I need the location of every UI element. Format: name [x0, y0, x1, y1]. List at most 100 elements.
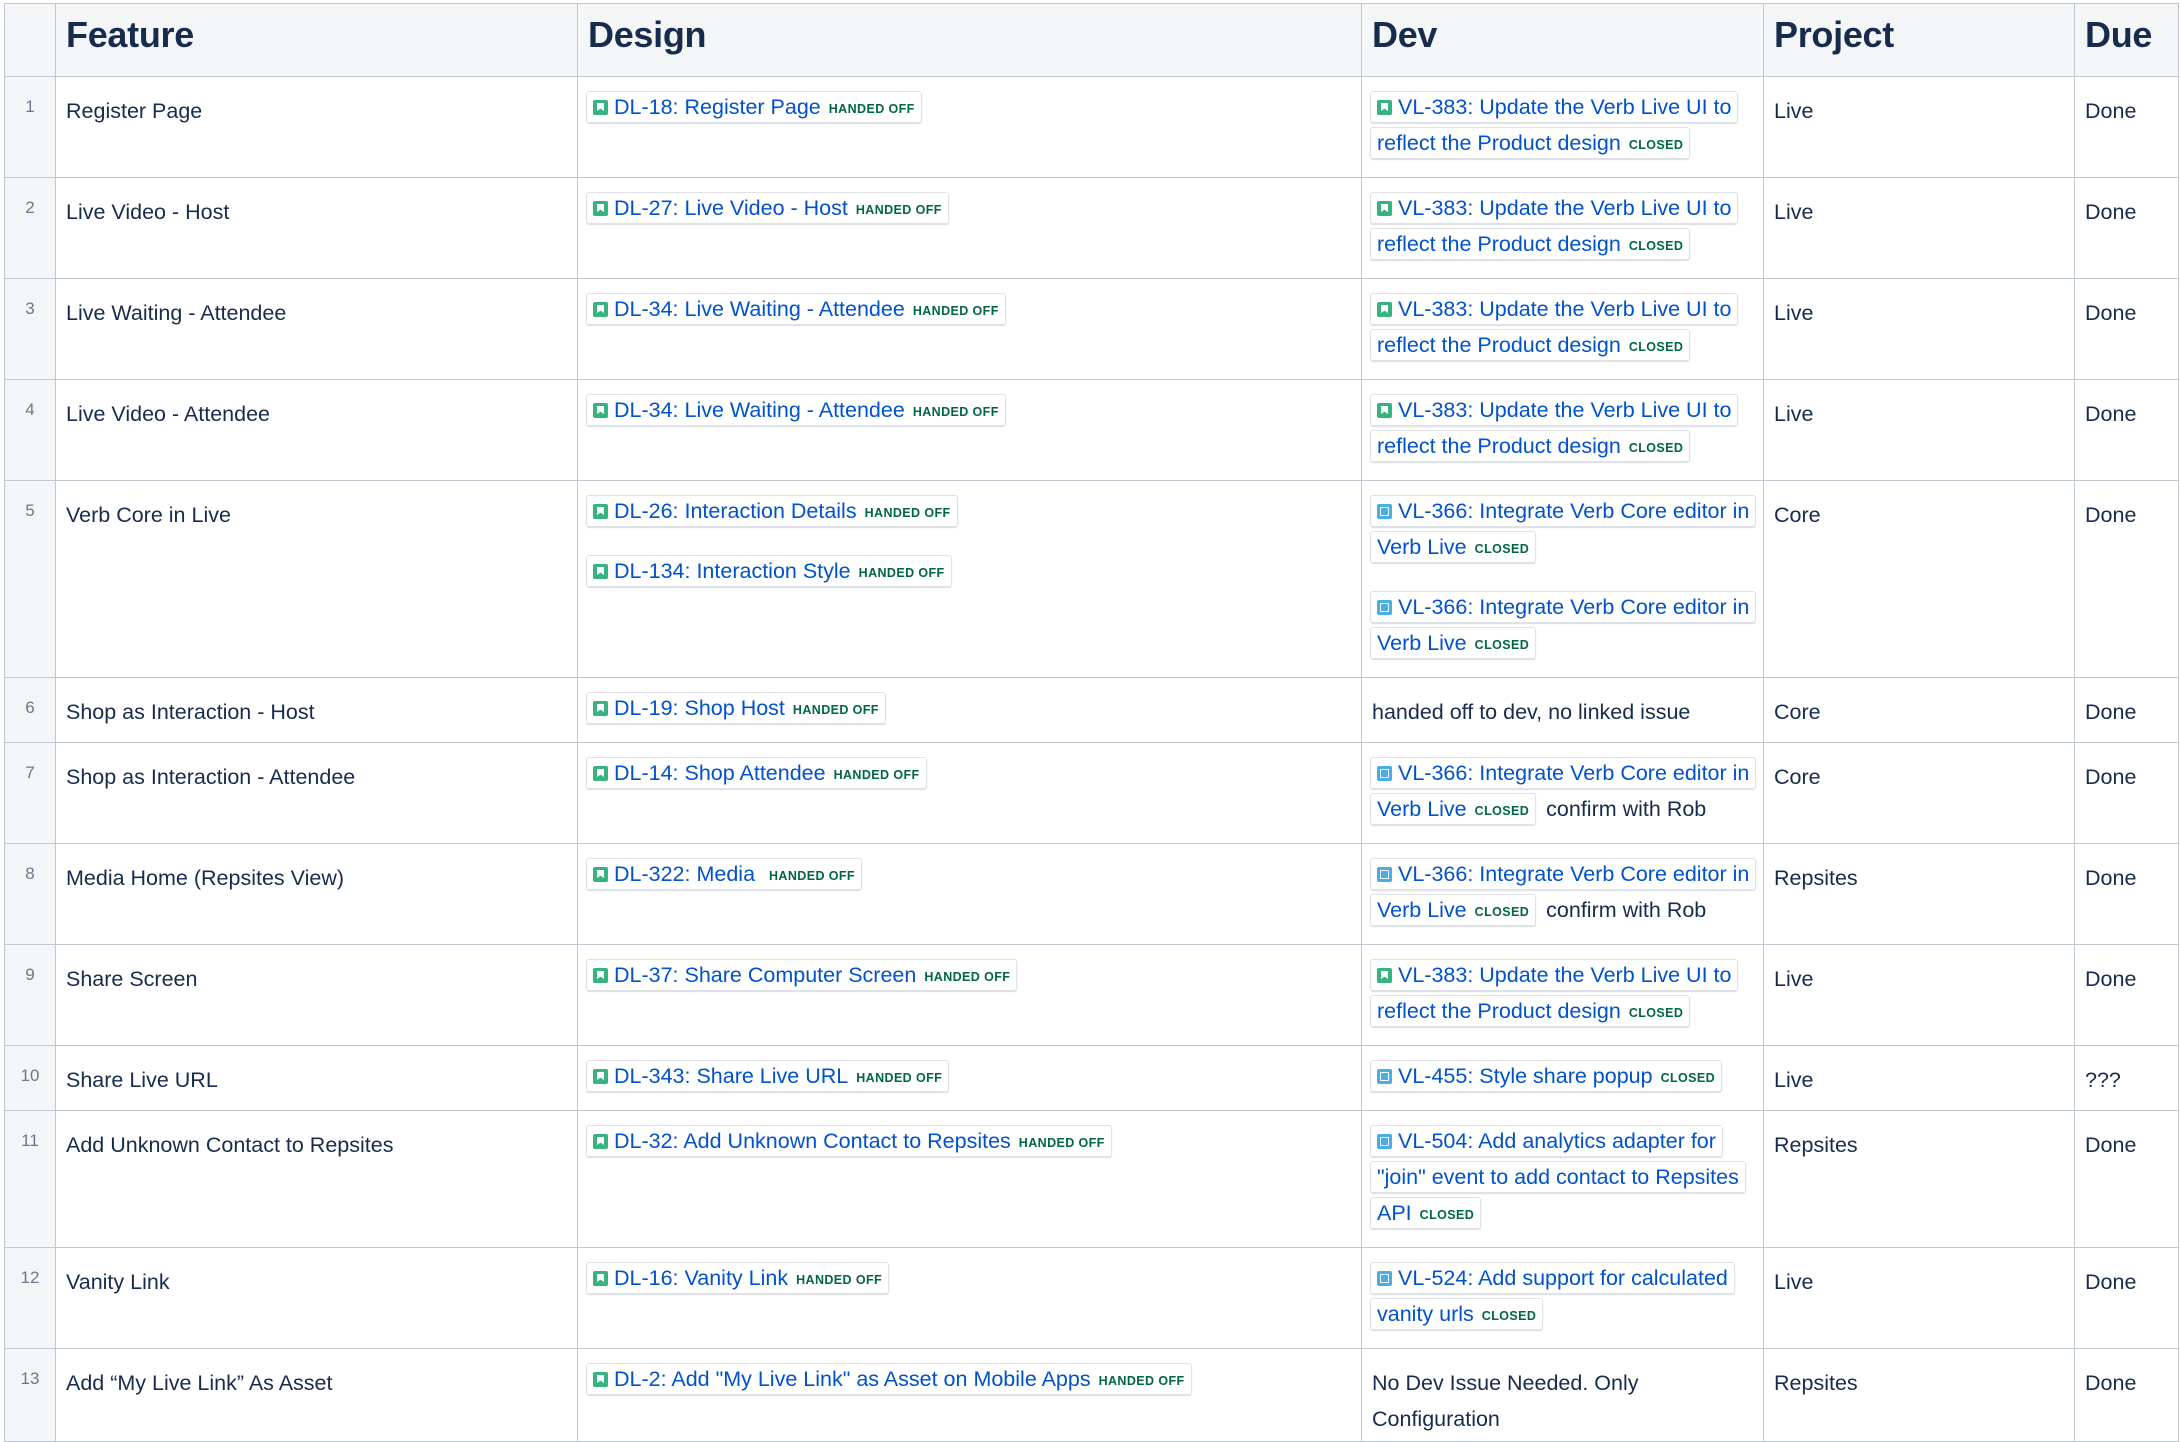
cell-dev[interactable]: VL-366: Integrate Verb Core editor in Ve…: [1361, 742, 1764, 844]
jira-issue-link[interactable]: DL-19: Shop Host HANDED OFF: [586, 692, 886, 724]
cell-design[interactable]: DL-343: Share Live URL HANDED OFF: [577, 1045, 1362, 1111]
cell-design[interactable]: DL-26: Interaction Details HANDED OFF DL-1…: [577, 480, 1362, 678]
cell-due[interactable]: Done: [2074, 480, 2179, 678]
header-feature[interactable]: Feature: [55, 3, 578, 77]
cell-project[interactable]: Live: [1763, 278, 2075, 380]
cell-feature[interactable]: Add Unknown Contact to Repsites: [55, 1110, 578, 1248]
cell-project[interactable]: Core: [1763, 742, 2075, 844]
jira-issue-link[interactable]: DL-18: Register Page HANDED OFF: [586, 91, 922, 123]
cell-feature[interactable]: Live Video - Attendee: [55, 379, 578, 481]
cell-due[interactable]: Done: [2074, 278, 2179, 380]
header-due[interactable]: Due: [2074, 3, 2179, 77]
cell-feature[interactable]: Share Screen: [55, 944, 578, 1046]
cell-design[interactable]: DL-27: Live Video - Host HANDED OFF: [577, 177, 1362, 279]
cell-design[interactable]: DL-32: Add Unknown Contact to Repsites HA…: [577, 1110, 1362, 1248]
cell-project[interactable]: Core: [1763, 677, 2075, 743]
jira-issue-link[interactable]: VL-383: Update the Verb Live UI to refle…: [1370, 91, 1739, 159]
cell-feature[interactable]: Shop as Interaction - Host: [55, 677, 578, 743]
jira-issue-link[interactable]: VL-383: Update the Verb Live UI to refle…: [1370, 959, 1739, 1027]
cell-project[interactable]: Live: [1763, 379, 2075, 481]
story-icon: [593, 403, 608, 418]
jira-issue-link[interactable]: VL-383: Update the Verb Live UI to refle…: [1370, 293, 1739, 361]
cell-project[interactable]: Live: [1763, 1247, 2075, 1349]
issue-link-wrapper: VL-383: Update the Verb Live UI to refle…: [1370, 190, 1755, 264]
cell-design[interactable]: DL-14: Shop Attendee HANDED OFF: [577, 742, 1362, 844]
cell-design[interactable]: DL-19: Shop Host HANDED OFF: [577, 677, 1362, 743]
jira-issue-link[interactable]: DL-34: Live Waiting - Attendee HANDED OFF: [586, 293, 1006, 325]
header-project[interactable]: Project: [1763, 3, 2075, 77]
jira-issue-link[interactable]: DL-16: Vanity Link HANDED OFF: [586, 1262, 890, 1294]
cell-due[interactable]: Done: [2074, 1247, 2179, 1349]
row-number: 10: [4, 1045, 56, 1111]
cell-due[interactable]: Done: [2074, 177, 2179, 279]
cell-due[interactable]: Done: [2074, 843, 2179, 945]
cell-design[interactable]: DL-18: Register Page HANDED OFF: [577, 76, 1362, 178]
jira-issue-link[interactable]: DL-34: Live Waiting - Attendee HANDED OFF: [586, 394, 1006, 426]
issue-status-lozenge: HANDED OFF: [769, 869, 855, 883]
cell-design[interactable]: DL-322: Media HANDED OFF: [577, 843, 1362, 945]
jira-issue-link[interactable]: DL-26: Interaction Details HANDED OFF: [586, 495, 958, 527]
cell-design[interactable]: DL-34: Live Waiting - Attendee HANDED OFF: [577, 278, 1362, 380]
cell-feature[interactable]: Media Home (Repsites View): [55, 843, 578, 945]
cell-dev[interactable]: VL-455: Style share popup CLOSED: [1361, 1045, 1764, 1111]
cell-design[interactable]: DL-34: Live Waiting - Attendee HANDED OFF: [577, 379, 1362, 481]
jira-issue-link[interactable]: VL-504: Add analytics adapter for "join"…: [1370, 1125, 1746, 1229]
cell-project[interactable]: Live: [1763, 76, 2075, 178]
cell-due[interactable]: Done: [2074, 1110, 2179, 1248]
cell-feature[interactable]: Vanity Link: [55, 1247, 578, 1349]
cell-dev[interactable]: VL-504: Add analytics adapter for "join"…: [1361, 1110, 1764, 1248]
jira-issue-link[interactable]: DL-134: Interaction Style HANDED OFF: [586, 555, 952, 587]
jira-issue-link[interactable]: DL-2: Add "My Live Link" as Asset on Mob…: [586, 1363, 1192, 1395]
cell-design[interactable]: DL-2: Add "My Live Link" as Asset on Mob…: [577, 1348, 1362, 1442]
cell-dev[interactable]: VL-383: Update the Verb Live UI to refle…: [1361, 944, 1764, 1046]
cell-due[interactable]: Done: [2074, 677, 2179, 743]
cell-design[interactable]: DL-37: Share Computer Screen HANDED OFF: [577, 944, 1362, 1046]
cell-due[interactable]: Done: [2074, 76, 2179, 178]
cell-dev[interactable]: VL-383: Update the Verb Live UI to refle…: [1361, 379, 1764, 481]
issue-link-text: DL-343: Share Live URL: [614, 1064, 849, 1088]
cell-project[interactable]: Repsites: [1763, 1110, 2075, 1248]
cell-dev[interactable]: handed off to dev, no linked issue: [1361, 677, 1764, 743]
cell-feature[interactable]: Verb Core in Live: [55, 480, 578, 678]
jira-issue-link[interactable]: VL-366: Integrate Verb Core editor in Ve…: [1370, 591, 1757, 659]
header-dev[interactable]: Dev: [1361, 3, 1764, 77]
cell-feature[interactable]: Add “My Live Link” As Asset: [55, 1348, 578, 1442]
jira-issue-link[interactable]: VL-455: Style share popup CLOSED: [1370, 1060, 1723, 1092]
cell-due[interactable]: Done: [2074, 1348, 2179, 1442]
cell-project[interactable]: Core: [1763, 480, 2075, 678]
cell-project[interactable]: Repsites: [1763, 1348, 2075, 1442]
cell-dev[interactable]: VL-383: Update the Verb Live UI to refle…: [1361, 76, 1764, 178]
cell-due[interactable]: Done: [2074, 379, 2179, 481]
jira-issue-link[interactable]: DL-343: Share Live URL HANDED OFF: [586, 1060, 950, 1092]
jira-issue-link[interactable]: DL-32: Add Unknown Contact to Repsites HA…: [586, 1125, 1112, 1157]
cell-dev[interactable]: VL-524: Add support for calculated vanit…: [1361, 1247, 1764, 1349]
jira-issue-link[interactable]: DL-37: Share Computer Screen HANDED OFF: [586, 959, 1018, 991]
cell-due[interactable]: ???: [2074, 1045, 2179, 1111]
cell-feature[interactable]: Live Waiting - Attendee: [55, 278, 578, 380]
cell-project[interactable]: Repsites: [1763, 843, 2075, 945]
cell-design[interactable]: DL-16: Vanity Link HANDED OFF: [577, 1247, 1362, 1349]
cell-dev[interactable]: No Dev Issue Needed. Only Configuration: [1361, 1348, 1764, 1442]
jira-issue-link[interactable]: VL-383: Update the Verb Live UI to refle…: [1370, 192, 1739, 260]
cell-feature[interactable]: Share Live URL: [55, 1045, 578, 1111]
jira-issue-link[interactable]: VL-366: Integrate Verb Core editor in Ve…: [1370, 495, 1757, 563]
cell-project[interactable]: Live: [1763, 1045, 2075, 1111]
cell-dev[interactable]: VL-383: Update the Verb Live UI to refle…: [1361, 177, 1764, 279]
cell-due[interactable]: Done: [2074, 944, 2179, 1046]
jira-issue-link[interactable]: VL-383: Update the Verb Live UI to refle…: [1370, 394, 1739, 462]
jira-issue-link[interactable]: DL-27: Live Video - Host HANDED OFF: [586, 192, 949, 224]
header-design[interactable]: Design: [577, 3, 1362, 77]
cell-feature[interactable]: Register Page: [55, 76, 578, 178]
cell-feature[interactable]: Shop as Interaction - Attendee: [55, 742, 578, 844]
cell-dev[interactable]: VL-366: Integrate Verb Core editor in Ve…: [1361, 843, 1764, 945]
jira-issue-link[interactable]: DL-14: Shop Attendee HANDED OFF: [586, 757, 927, 789]
cell-dev[interactable]: VL-383: Update the Verb Live UI to refle…: [1361, 278, 1764, 380]
jira-issue-link[interactable]: VL-524: Add support for calculated vanit…: [1370, 1262, 1735, 1330]
cell-project[interactable]: Live: [1763, 944, 2075, 1046]
cell-dev[interactable]: VL-366: Integrate Verb Core editor in Ve…: [1361, 480, 1764, 678]
cell-project[interactable]: Live: [1763, 177, 2075, 279]
story-icon: [593, 564, 608, 579]
cell-feature[interactable]: Live Video - Host: [55, 177, 578, 279]
jira-issue-link[interactable]: DL-322: Media HANDED OFF: [586, 858, 862, 890]
cell-due[interactable]: Done: [2074, 742, 2179, 844]
